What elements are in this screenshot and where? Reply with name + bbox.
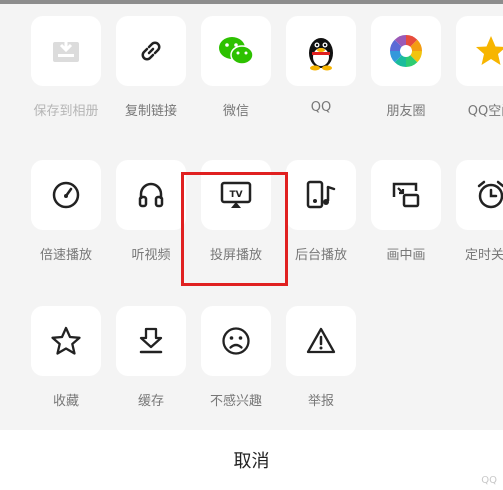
moments-button[interactable] [371, 16, 441, 86]
timer-close-label: 定时关闭 [464, 248, 503, 263]
qq-label: QQ [310, 100, 332, 115]
action-row: 收藏 缓存 不感兴趣 举报 [0, 306, 503, 426]
listen-video-button[interactable] [116, 160, 186, 230]
copy-link-button[interactable] [116, 16, 186, 86]
cache-button[interactable] [116, 306, 186, 376]
link-icon [136, 36, 166, 66]
warning-icon [305, 325, 337, 357]
background-play-icon [304, 179, 338, 211]
save-to-album-icon [49, 34, 83, 68]
watermark: QQ [481, 475, 497, 486]
picture-in-picture-button[interactable] [371, 160, 441, 230]
copy-link-label: 复制链接 [124, 104, 177, 119]
screen-cast-label: 投屏播放 [209, 248, 262, 263]
share-row: 保存到相册 复制链接 微信 QQ 朋友圈 QQ空 [0, 16, 503, 136]
not-interested-button[interactable] [201, 306, 271, 376]
sad-face-icon [220, 325, 252, 357]
background-play-button[interactable] [286, 160, 356, 230]
cache-label: 缓存 [137, 394, 164, 409]
wechat-button[interactable] [201, 16, 271, 86]
download-icon [135, 325, 167, 357]
timer-close-button[interactable] [456, 160, 503, 230]
report-label: 举报 [307, 394, 334, 409]
qzone-button[interactable] [456, 16, 503, 86]
share-sheet: 保存到相册 复制链接 微信 QQ 朋友圈 QQ空 倍速播放 听视频 TV 投屏播… [0, 4, 503, 490]
save-to-album-label: 保存到相册 [33, 104, 99, 119]
background-play-label: 后台播放 [294, 248, 347, 263]
playback-speed-button[interactable] [31, 160, 101, 230]
headphones-icon [135, 179, 167, 211]
wechat-label: 微信 [222, 104, 249, 119]
qq-button[interactable] [286, 16, 356, 86]
qq-penguin-icon [304, 31, 338, 71]
favorite-button[interactable] [31, 306, 101, 376]
favorite-label: 收藏 [52, 394, 79, 409]
speedometer-icon [50, 179, 82, 211]
tv-cast-icon: TV [219, 180, 253, 210]
qzone-star-icon [473, 33, 503, 69]
qzone-label: QQ空间 [467, 104, 503, 119]
playback-row: 倍速播放 听视频 TV 投屏播放 后台播放 画中画 定时关 [0, 160, 503, 280]
picture-in-picture-label: 画中画 [386, 248, 426, 263]
star-icon [50, 325, 82, 357]
picture-in-picture-icon [390, 179, 422, 211]
report-button[interactable] [286, 306, 356, 376]
not-interested-label: 不感兴趣 [209, 394, 262, 409]
moments-icon [388, 33, 424, 69]
tv-text: TV [229, 190, 242, 200]
listen-video-label: 听视频 [131, 248, 171, 263]
wechat-icon [216, 33, 256, 69]
cancel-button[interactable]: 取消 [0, 430, 503, 490]
alarm-clock-icon [474, 178, 503, 212]
moments-label: 朋友圈 [386, 104, 426, 119]
playback-speed-label: 倍速播放 [39, 248, 92, 263]
save-to-album-button[interactable] [31, 16, 101, 86]
screen-cast-button[interactable]: TV [201, 160, 271, 230]
